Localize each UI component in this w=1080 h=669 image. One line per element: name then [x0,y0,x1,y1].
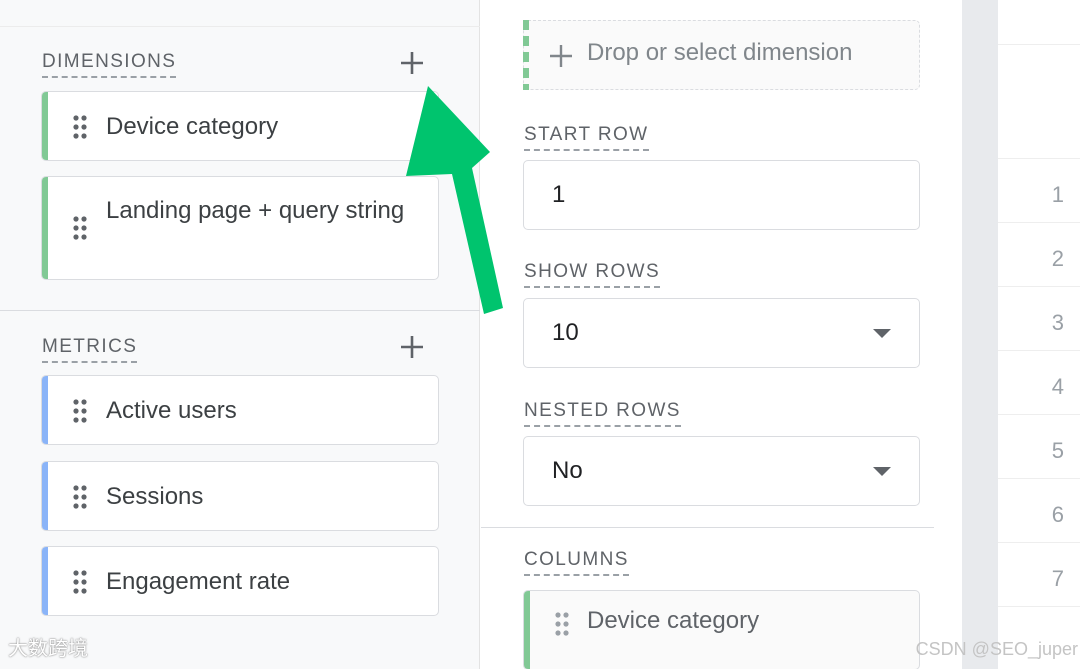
dropdown-caret-icon [873,467,891,476]
add-metric-button[interactable] [395,330,429,364]
table-row-number: 7 [1051,566,1064,591]
dimension-label: Device category [106,113,279,140]
dimension-accent-bar [42,177,48,279]
drag-handle-icon[interactable] [72,484,88,510]
show-rows-select[interactable]: 10 [523,298,920,368]
metric-accent-bar [42,462,48,530]
start-row-value: 1 [552,181,566,208]
metric-accent-bar [42,547,48,615]
canvas-gutter [962,0,998,669]
table-row-divider [998,478,1080,479]
table-row-index-column: 1 2 3 4 5 6 7 [998,0,1080,669]
table-row-number: 1 [1051,182,1064,207]
rows-dimension-drop-zone[interactable]: Drop or select dimension [523,20,920,90]
watermark-left: 大数跨境 [8,638,88,660]
dimension-accent-bar [42,92,48,160]
plus-icon [401,52,423,74]
nested-rows-value: No [552,457,583,484]
drag-handle-icon[interactable] [72,114,88,140]
variables-panel: DIMENSIONS Device category Landing page … [0,0,480,669]
table-row-number: 3 [1051,310,1064,335]
dimension-label: Landing page + query string [106,197,405,224]
drop-zone-accent-bar [523,20,529,90]
table-row-number: 4 [1051,374,1064,399]
add-dimension-button[interactable] [395,46,429,80]
metric-chip-sessions[interactable]: Sessions [41,461,439,531]
drag-handle-icon[interactable] [72,569,88,595]
metric-label: Active users [106,397,237,424]
start-row-input[interactable]: 1 [523,160,920,230]
table-row-number: 6 [1051,502,1064,527]
show-rows-label: SHOW ROWS [524,261,661,288]
table-row-divider [998,222,1080,223]
plus-icon [550,45,572,67]
drag-handle-icon[interactable] [554,611,570,637]
table-row-number: 5 [1051,438,1064,463]
table-row-divider [998,158,1080,159]
metric-chip-active-users[interactable]: Active users [41,375,439,445]
table-row-divider [998,286,1080,287]
section-divider [481,527,934,528]
show-rows-value: 10 [552,319,579,346]
drop-zone-placeholder: Drop or select dimension [587,39,853,66]
table-row-divider [998,44,1080,45]
metric-label: Engagement rate [106,568,291,595]
column-label: Device category [587,607,760,634]
dropdown-caret-icon [873,329,891,338]
metric-chip-engagement-rate[interactable]: Engagement rate [41,546,439,616]
nested-rows-label: NESTED ROWS [524,400,681,427]
table-row-divider [998,542,1080,543]
dimension-chip-device-category[interactable]: Device category [41,91,439,161]
metrics-title: METRICS [42,336,138,363]
nested-rows-select[interactable]: No [523,436,920,506]
watermark-right: CSDN @SEO_juper [915,639,1078,659]
dimension-accent-bar [524,591,530,669]
start-row-label: START ROW [524,124,649,151]
drag-handle-icon[interactable] [72,215,88,241]
table-row-divider [998,606,1080,607]
dimension-chip-landing-page[interactable]: Landing page + query string [41,176,439,280]
table-row-divider [998,350,1080,351]
section-divider [0,310,480,311]
table-row-divider [998,414,1080,415]
metric-accent-bar [42,376,48,444]
dimensions-title: DIMENSIONS [42,51,177,78]
panel-top-divider [0,26,480,27]
plus-icon [401,336,423,358]
drag-handle-icon[interactable] [72,398,88,424]
column-chip-device-category[interactable]: Device category [523,590,920,669]
columns-title: COLUMNS [524,549,629,576]
metric-label: Sessions [106,483,204,510]
table-row-number: 2 [1051,246,1064,271]
